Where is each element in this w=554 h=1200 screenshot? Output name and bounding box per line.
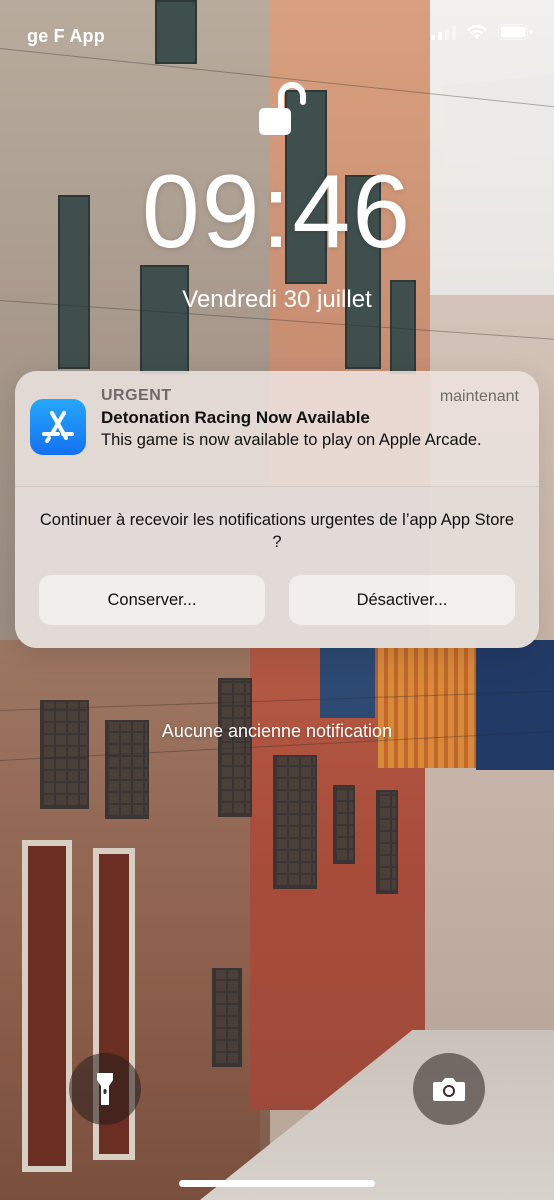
carrier-label: ge F App <box>27 26 105 46</box>
wallpaper-window-grille <box>376 790 398 894</box>
notification-urgent-label: URGENT <box>101 387 172 404</box>
wallpaper-window-grille <box>273 755 317 889</box>
notification-title: Detonation Racing Now Available <box>101 408 370 427</box>
home-indicator[interactable] <box>179 1180 375 1187</box>
wallpaper-hanging-cloth <box>443 74 554 166</box>
wallpaper-hanging-cloth <box>476 640 554 770</box>
notification-header[interactable]: URGENT maintenant Detonation Racing Now … <box>15 371 539 486</box>
app-store-icon <box>30 399 86 455</box>
disable-button[interactable]: Désactiver... <box>289 575 515 625</box>
cellular-signal-icon <box>431 24 456 40</box>
urgent-notifications-prompt: Continuer à recevoir les notifications u… <box>15 487 539 648</box>
notification-body: This game is now available to play on Ap… <box>101 431 482 449</box>
wallpaper-window-grille <box>212 968 242 1067</box>
urgent-notification-card[interactable]: URGENT maintenant Detonation Racing Now … <box>15 371 539 648</box>
no-older-notifications-label: Aucune ancienne notification <box>161 721 393 741</box>
lock-screen-date: Vendredi 30 juillet <box>182 286 372 313</box>
status-icons <box>431 24 532 40</box>
prompt-text: Continuer à recevoir les notifications u… <box>39 511 515 551</box>
wifi-icon <box>467 24 487 39</box>
unlocked-padlock-icon <box>259 82 306 135</box>
wallpaper-window-grille <box>40 700 89 809</box>
flashlight-button[interactable] <box>69 1053 141 1125</box>
lock-screen-time: 09:46 <box>141 154 413 270</box>
wallpaper-hanging-cloth <box>320 648 375 718</box>
status-bar: ge F App <box>0 0 554 70</box>
keep-button[interactable]: Conserver... <box>39 575 265 625</box>
camera-button[interactable] <box>413 1053 485 1125</box>
notification-timestamp: maintenant <box>439 388 519 405</box>
wallpaper-hanging-cloth <box>378 648 476 768</box>
wallpaper-window-grille <box>333 785 355 864</box>
flashlight-icon <box>97 1073 113 1105</box>
camera-icon <box>433 1078 465 1101</box>
battery-icon <box>498 24 532 40</box>
wallpaper-shutter <box>140 265 189 374</box>
wallpaper-door <box>22 840 72 1172</box>
